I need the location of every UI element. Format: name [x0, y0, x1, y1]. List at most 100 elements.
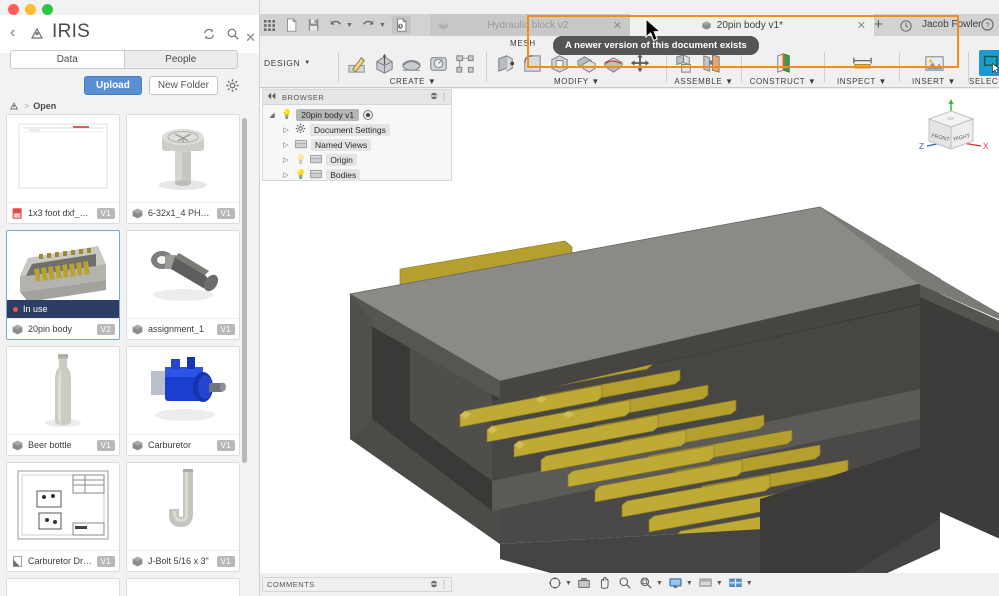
zoom-window-icon[interactable] [639, 576, 653, 590]
comments-panel[interactable]: COMMENTS ┊ [262, 577, 452, 592]
close-tab-icon[interactable]: ✕ [613, 19, 622, 32]
orbit-dropdown-caret-icon[interactable]: ▼ [565, 580, 572, 587]
list-item[interactable]: 6-32x1_4 PHMS V1 [126, 114, 240, 224]
breadcrumb-current[interactable]: Open [33, 101, 56, 111]
panel-menu-icon[interactable] [430, 92, 438, 102]
select-icon[interactable] [979, 50, 999, 76]
ribbon-tab-mesh[interactable]: MESH [510, 39, 536, 48]
back-chevron-icon[interactable]: ‹ [10, 25, 15, 41]
pan-icon[interactable] [597, 576, 611, 590]
revolve-icon[interactable] [398, 50, 424, 76]
display-settings-icon[interactable] [668, 576, 683, 590]
list-item[interactable]: Carburetor Draw... V1 [6, 462, 120, 572]
list-item[interactable]: J-Bolt 5/16 x 3" V1 [126, 462, 240, 572]
list-item[interactable] [126, 578, 240, 596]
new-folder-button[interactable]: New Folder [149, 76, 218, 95]
clock-icon[interactable] [900, 19, 912, 37]
extrude-icon[interactable] [371, 50, 397, 76]
offset-plane-icon[interactable] [770, 50, 796, 76]
light-bulb-icon[interactable]: 💡 [295, 169, 306, 180]
panel-inspect: INSPECT ▼ [829, 50, 895, 88]
app-grid-icon[interactable] [264, 19, 276, 31]
grid-snap-icon[interactable] [698, 576, 713, 590]
document-tab-inactive[interactable]: Hydraulic block v2 ✕ [430, 14, 630, 36]
user-name-label[interactable]: Jacob Fowler [922, 19, 981, 30]
light-bulb-icon[interactable]: 💡 [281, 109, 292, 120]
item-name: Carburetor Draw... [28, 556, 93, 566]
pattern-icon[interactable] [452, 50, 478, 76]
save-icon[interactable] [304, 16, 323, 34]
workspace-selector[interactable]: DESIGN ▼ [264, 52, 334, 74]
panel-select-label[interactable]: SELECT ▼ [960, 77, 999, 86]
collapse-left-icon[interactable] [267, 92, 277, 102]
new-tab-plus-icon[interactable]: + [874, 16, 883, 33]
sweep-icon[interactable] [425, 50, 451, 76]
expand-triangle-icon[interactable]: ◢ [267, 111, 277, 119]
list-item[interactable]: Carburetor V1 [126, 346, 240, 456]
viewcube[interactable]: Z X FRONT RIGHT TOP [909, 99, 993, 173]
list-item-selected[interactable]: In use 20pin body V2 [6, 230, 120, 340]
expand-triangle-icon[interactable]: ▷ [281, 171, 291, 179]
activate-component-radio[interactable] [363, 110, 373, 120]
undo-icon[interactable] [326, 16, 345, 34]
newer-version-icon[interactable] [392, 16, 411, 34]
tree-item-bodies[interactable]: ▷ 💡 Bodies [263, 167, 451, 182]
tree-item-origin[interactable]: ▷ 💡 Origin [263, 152, 451, 167]
tab-people[interactable]: People [125, 51, 238, 68]
minimize-window-button[interactable] [25, 4, 36, 15]
orbit-icon[interactable] [548, 576, 562, 590]
zoom-icon[interactable] [618, 576, 632, 590]
ribbon-divider [741, 52, 742, 82]
expand-triangle-icon[interactable]: ▷ [281, 126, 291, 134]
panel-resize-grip[interactable]: ┊ [442, 580, 447, 589]
new-document-icon[interactable] [282, 16, 301, 34]
tree-item-named-views[interactable]: ▷ Named Views [263, 137, 451, 152]
panel-assemble-label[interactable]: ASSEMBLE ▼ [671, 77, 737, 86]
decal-icon[interactable] [921, 50, 947, 76]
list-item[interactable]: Beer bottle V1 [6, 346, 120, 456]
viewports-icon[interactable] [728, 576, 743, 590]
fillet-icon[interactable] [519, 50, 545, 76]
window-controls[interactable] [8, 4, 53, 15]
search-icon[interactable] [226, 27, 240, 46]
tree-item-root[interactable]: ◢ 💡 20pin body v1 [263, 107, 451, 122]
list-item[interactable] [6, 578, 120, 596]
sketch-icon[interactable] [344, 50, 370, 76]
close-tab-icon[interactable]: ✕ [857, 19, 866, 32]
panel-menu-icon[interactable] [430, 580, 438, 590]
undo-dropdown-caret-icon[interactable]: ▼ [346, 22, 353, 29]
expand-triangle-icon[interactable]: ▷ [281, 156, 291, 164]
gear-icon[interactable] [225, 78, 240, 93]
panel-modify-label[interactable]: MODIFY ▼ [492, 77, 662, 86]
item-name: 6-32x1_4 PHMS [148, 208, 213, 218]
redo-dropdown-caret-icon[interactable]: ▼ [379, 22, 386, 29]
maximize-window-button[interactable] [42, 4, 53, 15]
upload-button[interactable]: Upload [84, 76, 142, 95]
close-panel-icon[interactable]: ✕ [245, 33, 256, 43]
close-window-button[interactable] [8, 4, 19, 15]
zoom-dropdown-caret-icon[interactable]: ▼ [656, 580, 663, 587]
panel-insert-label[interactable]: INSERT ▼ [904, 77, 964, 86]
look-at-icon[interactable] [577, 576, 591, 590]
expand-triangle-icon[interactable]: ▷ [281, 141, 291, 149]
refresh-icon[interactable] [202, 27, 216, 46]
tree-item-document-settings[interactable]: ▷ Document Settings [263, 122, 451, 137]
redo-icon[interactable] [359, 16, 378, 34]
viewports-dropdown-caret-icon[interactable]: ▼ [746, 580, 753, 587]
panel-create-label[interactable]: CREATE ▼ [344, 77, 482, 86]
list-item[interactable]: drawing PDF 1x3 foot dxf_err... V1 [6, 114, 120, 224]
panel-insert: INSERT ▼ [904, 50, 964, 88]
light-bulb-icon[interactable]: 💡 [295, 154, 306, 165]
tab-data[interactable]: Data [11, 51, 125, 68]
panel-construct-label[interactable]: CONSTRUCT ▼ [746, 77, 820, 86]
press-pull-icon[interactable] [492, 50, 518, 76]
display-settings-dropdown-caret-icon[interactable]: ▼ [686, 580, 693, 587]
panel-resize-grip[interactable]: ┊ [442, 93, 447, 102]
grid-snap-dropdown-caret-icon[interactable]: ▼ [716, 580, 723, 587]
document-tab-active[interactable]: 20pin body v1* ✕ [630, 14, 874, 36]
help-icon[interactable]: ? [981, 18, 994, 36]
panel-inspect-label[interactable]: INSPECT ▼ [829, 77, 895, 86]
list-item[interactable]: assignment_1 V1 [126, 230, 240, 340]
measure-icon[interactable] [849, 50, 875, 76]
tab-people-label: People [165, 54, 196, 65]
